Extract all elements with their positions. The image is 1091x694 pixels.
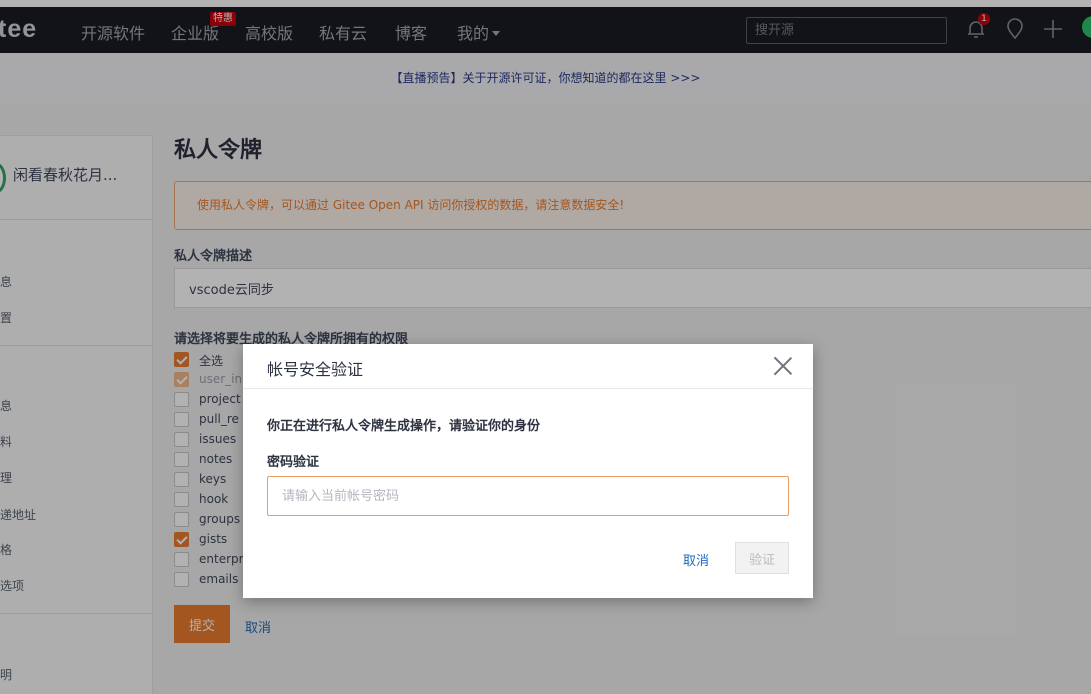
dialog-message: 你正在进行私人令牌生成操作，请验证你的身份 <box>267 419 541 434</box>
dialog-cancel-button[interactable]: 取消 <box>683 550 709 569</box>
dialog-title: 帐号安全验证 <box>267 360 364 379</box>
close-icon[interactable] <box>773 356 793 376</box>
verify-button[interactable]: 验证 <box>735 542 789 574</box>
password-label: 密码验证 <box>267 455 320 470</box>
verify-dialog: 帐号安全验证 你正在进行私人令牌生成操作，请验证你的身份 密码验证 取消 验证 <box>243 344 813 598</box>
dialog-header: 帐号安全验证 <box>243 344 813 389</box>
password-input[interactable] <box>267 476 789 516</box>
